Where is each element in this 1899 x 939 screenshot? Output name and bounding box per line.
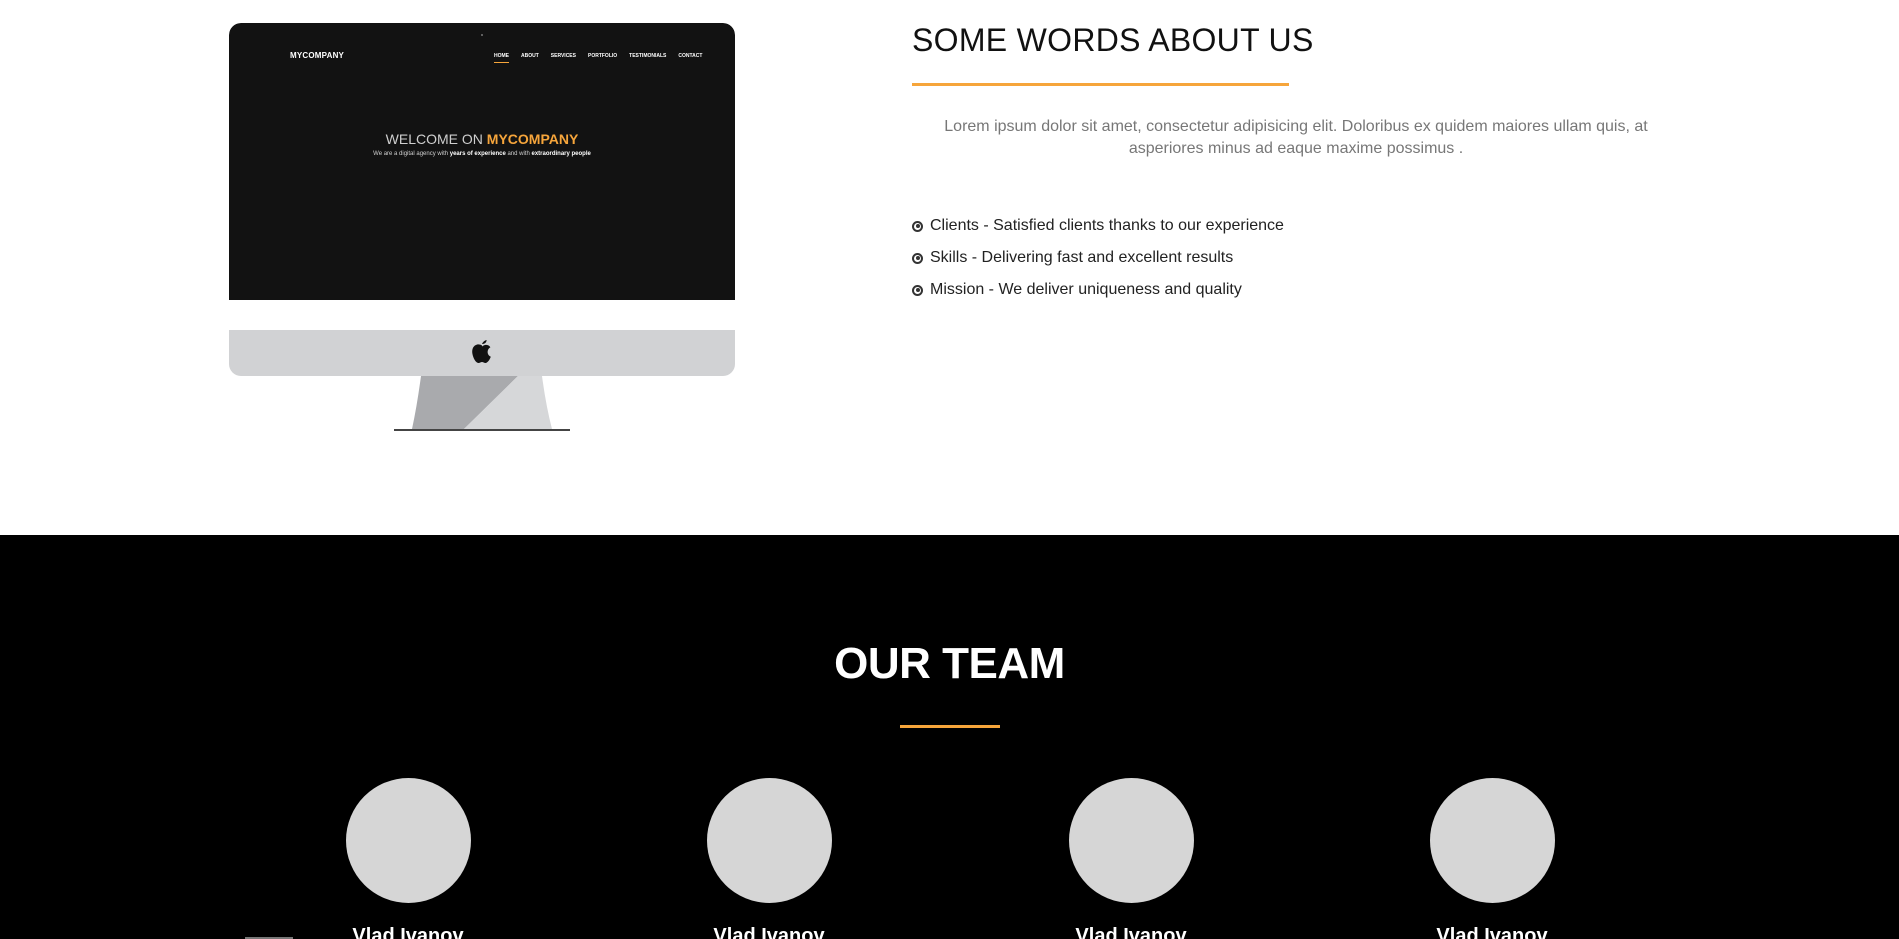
team-member-name: Vlad Ivanov bbox=[1075, 925, 1187, 939]
apple-logo-icon bbox=[472, 340, 491, 364]
team-member-card: Vlad Ivanov bbox=[1392, 778, 1592, 939]
feature-list: Clients - Satisfied clients thanks to ou… bbox=[912, 210, 1284, 306]
mockup-nav-services: SERVICES bbox=[550, 53, 576, 59]
feature-label: Mission - We deliver uniqueness and qual… bbox=[930, 281, 1242, 298]
feature-label: Clients - Satisfied clients thanks to ou… bbox=[930, 217, 1284, 234]
team-section: OUR TEAM Vlad Ivanov Vlad Ivanov Vlad Iv… bbox=[0, 535, 1899, 939]
mockup-tagline-part-4: extraordinary people bbox=[531, 151, 591, 157]
mockup-nav-testimonials: TESTIMONIALS bbox=[629, 53, 667, 59]
team-member-card: Vlad Ivanov bbox=[1031, 778, 1231, 939]
about-title-underline bbox=[912, 83, 1289, 86]
monitor-stand bbox=[394, 376, 570, 431]
avatar bbox=[706, 778, 832, 903]
feature-label: Skills - Delivering fast and excellent r… bbox=[930, 249, 1234, 266]
team-member-name: Vlad Ivanov bbox=[352, 925, 464, 939]
imac-mockup: MYCOMPANY HOME ABOUT SERVICES PORTFOLIO … bbox=[229, 23, 735, 433]
camera-dot bbox=[481, 34, 483, 36]
mockup-tagline-part-2: years of experience bbox=[449, 151, 506, 157]
team-member-card: Vlad Ivanov bbox=[669, 778, 869, 939]
feature-item-clients: Clients - Satisfied clients thanks to ou… bbox=[912, 210, 1284, 242]
mockup-nav-about: ABOUT bbox=[521, 53, 539, 59]
mockup-tagline-part-3: and with bbox=[505, 151, 532, 157]
about-description: Lorem ipsum dolor sit amet, consectetur … bbox=[944, 118, 1648, 157]
team-member-name: Vlad Ivanov bbox=[1436, 925, 1548, 939]
mockup-brand: MYCOMPANY bbox=[290, 51, 345, 60]
mockup-welcome: WELCOME ON MYCOMPANY bbox=[229, 131, 735, 147]
mockup-welcome-prefix: WELCOME ON bbox=[385, 131, 487, 147]
mockup-welcome-brand: MYCOMPANY bbox=[486, 131, 579, 147]
dot-circle-icon bbox=[912, 284, 923, 296]
avatar bbox=[1429, 778, 1555, 903]
mockup-nav: HOME ABOUT SERVICES PORTFOLIO TESTIMONIA… bbox=[494, 53, 702, 63]
avatar bbox=[345, 778, 471, 903]
team-member-card: Vlad Ivanov bbox=[308, 778, 508, 939]
mockup-nav-portfolio: PORTFOLIO bbox=[587, 53, 618, 59]
team-member-name: Vlad Ivanov bbox=[713, 925, 825, 939]
team-title: OUR TEAM bbox=[834, 639, 1065, 688]
monitor-chin-strip bbox=[229, 300, 735, 330]
mockup-tagline-part-1: We are a digital agency with bbox=[373, 151, 450, 157]
team-title-underline bbox=[900, 725, 1000, 728]
monitor-frame: MYCOMPANY HOME ABOUT SERVICES PORTFOLIO … bbox=[229, 23, 735, 376]
feature-item-skills: Skills - Delivering fast and excellent r… bbox=[912, 242, 1284, 274]
monitor-screen: MYCOMPANY HOME ABOUT SERVICES PORTFOLIO … bbox=[229, 23, 735, 300]
feature-item-mission: Mission - We deliver uniqueness and qual… bbox=[912, 274, 1284, 306]
mockup-nav-home: HOME bbox=[494, 53, 509, 63]
about-title: SOME WORDS ABOUT US bbox=[912, 22, 1314, 58]
mockup-nav-contact: CONTACT bbox=[678, 53, 703, 59]
mockup-tagline: We are a digital agency with years of ex… bbox=[229, 151, 735, 157]
dot-circle-icon bbox=[912, 220, 923, 232]
avatar bbox=[1068, 778, 1194, 903]
dot-circle-icon bbox=[912, 252, 923, 264]
about-section: MYCOMPANY HOME ABOUT SERVICES PORTFOLIO … bbox=[0, 0, 1899, 535]
